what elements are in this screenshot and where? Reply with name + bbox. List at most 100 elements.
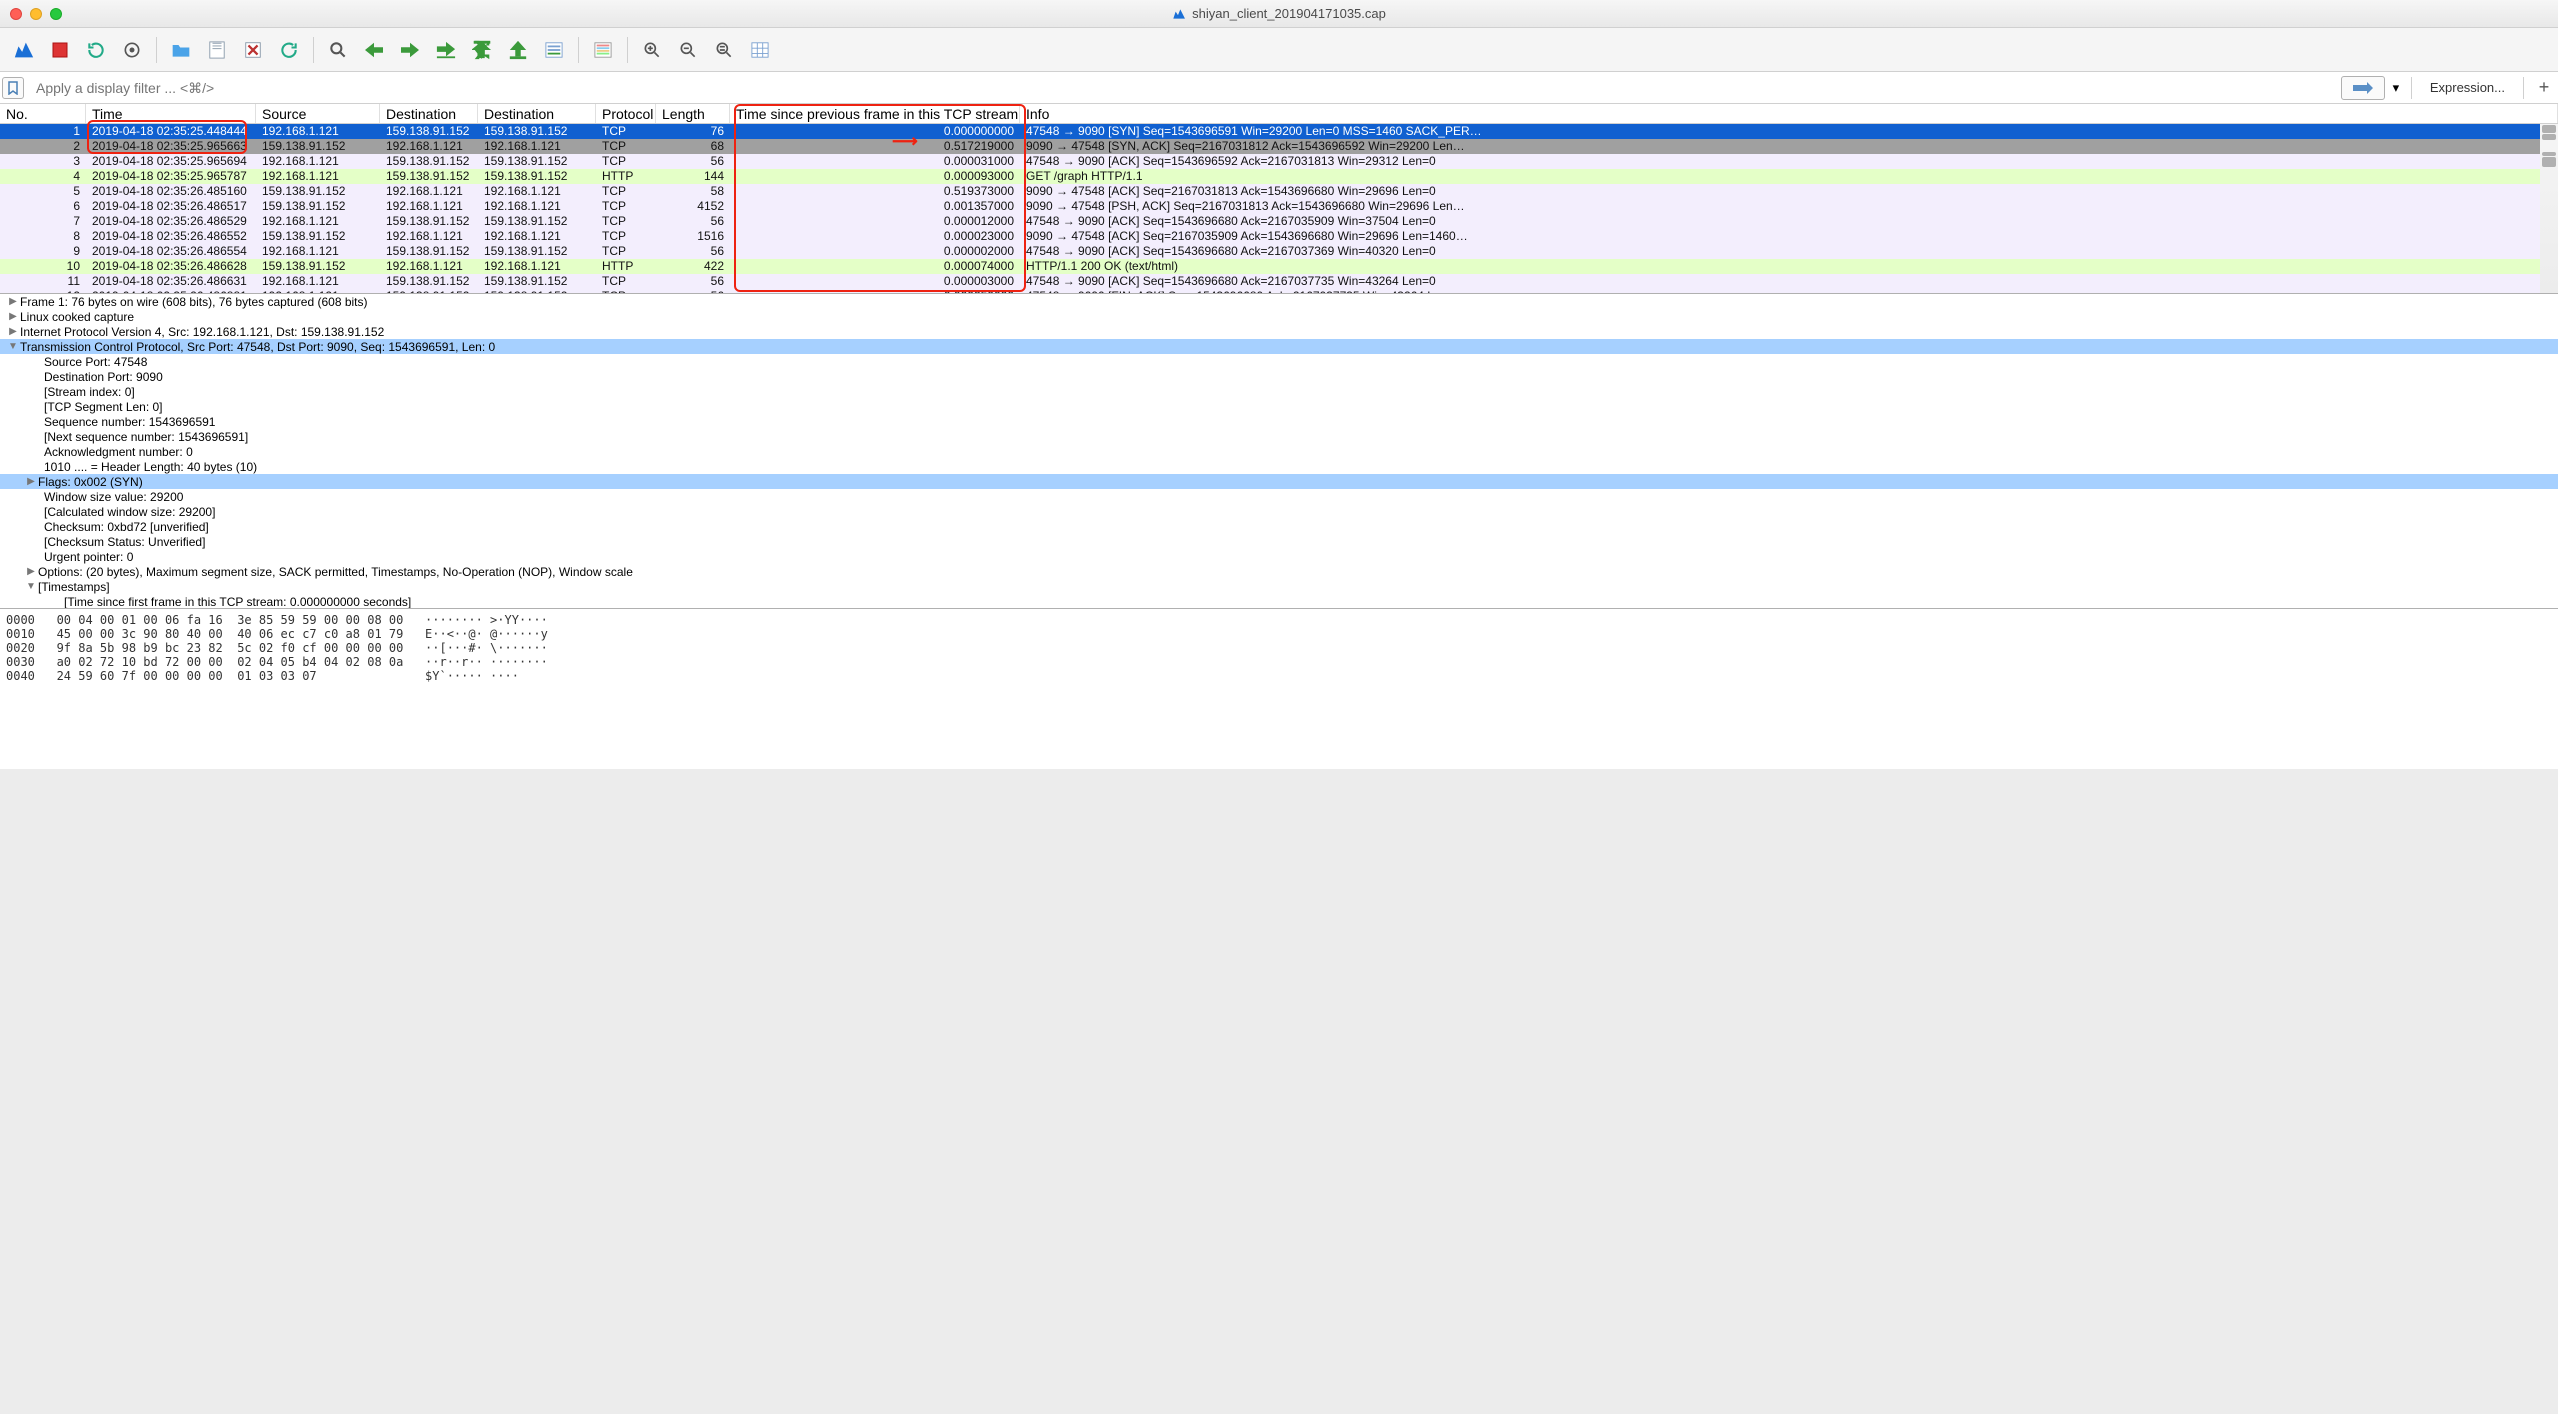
detail-line[interactable]: ▶Linux cooked capture (0, 309, 2558, 324)
detail-line[interactable]: [Stream index: 0] (0, 384, 2558, 399)
reload-file-button[interactable] (273, 34, 305, 66)
column-header-no[interactable]: No. (0, 104, 86, 123)
cell-prot: TCP (596, 244, 656, 259)
packet-row[interactable]: 42019-04-18 02:35:25.965787192.168.1.121… (0, 169, 2558, 184)
go-back-button[interactable] (358, 34, 390, 66)
filter-bookmark-button[interactable] (2, 77, 24, 99)
expand-triangle-icon[interactable]: ▶ (6, 311, 20, 322)
detail-line[interactable]: [TCP Segment Len: 0] (0, 399, 2558, 414)
packet-details-pane[interactable]: ▶Frame 1: 76 bytes on wire (608 bits), 7… (0, 294, 2558, 609)
add-filter-button[interactable]: + (2532, 77, 2556, 98)
wireshark-fin-icon[interactable] (8, 34, 40, 66)
column-header-src[interactable]: Source (256, 104, 380, 123)
zoom-window-button[interactable] (50, 8, 62, 20)
cell-dst2: 159.138.91.152 (478, 214, 596, 229)
packet-row[interactable]: 62019-04-18 02:35:26.486517159.138.91.15… (0, 199, 2558, 214)
cell-dst1: 192.168.1.121 (380, 139, 478, 154)
detail-line[interactable]: Checksum: 0xbd72 [unverified] (0, 519, 2558, 534)
go-first-button[interactable] (466, 34, 498, 66)
cell-no: 6 (0, 199, 86, 214)
close-file-button[interactable] (237, 34, 269, 66)
packet-row[interactable]: 82019-04-18 02:35:26.486552159.138.91.15… (0, 229, 2558, 244)
cell-dst2: 159.138.91.152 (478, 289, 596, 294)
zoom-out-button[interactable] (672, 34, 704, 66)
display-filter-input[interactable] (28, 76, 2337, 100)
detail-line[interactable]: Destination Port: 9090 (0, 369, 2558, 384)
detail-line[interactable]: Acknowledgment number: 0 (0, 444, 2558, 459)
detail-text: [Timestamps] (38, 580, 110, 594)
filter-dropdown-button[interactable]: ▾ (2389, 80, 2403, 96)
toolbar-separator (578, 37, 579, 63)
detail-line[interactable]: ▼Transmission Control Protocol, Src Port… (0, 339, 2558, 354)
expand-triangle-icon[interactable]: ▼ (6, 341, 20, 352)
save-file-button[interactable] (201, 34, 233, 66)
colorize-button[interactable] (587, 34, 619, 66)
packet-list-scrollbar[interactable] (2540, 124, 2558, 293)
column-header-len[interactable]: Length (656, 104, 730, 123)
column-header-prot[interactable]: Protocol (596, 104, 656, 123)
detail-line[interactable]: ▶Flags: 0x002 (SYN) (0, 474, 2558, 489)
detail-line[interactable]: [Time since first frame in this TCP stre… (0, 594, 2558, 609)
packet-row[interactable]: 52019-04-18 02:35:26.485160159.138.91.15… (0, 184, 2558, 199)
auto-scroll-button[interactable] (538, 34, 570, 66)
close-window-button[interactable] (10, 8, 22, 20)
expand-triangle-icon[interactable]: ▼ (24, 581, 38, 592)
packet-row[interactable]: 102019-04-18 02:35:26.486628159.138.91.1… (0, 259, 2558, 274)
resize-columns-button[interactable] (744, 34, 776, 66)
cell-dst2: 159.138.91.152 (478, 154, 596, 169)
cell-len: 1516 (656, 229, 730, 244)
cell-no: 7 (0, 214, 86, 229)
detail-line[interactable]: Source Port: 47548 (0, 354, 2558, 369)
cell-info: 9090 → 47548 [ACK] Seq=2167031813 Ack=15… (1020, 184, 2558, 199)
filter-apply-button[interactable] (2341, 76, 2385, 100)
detail-line[interactable]: Window size value: 29200 (0, 489, 2558, 504)
go-last-button[interactable] (502, 34, 534, 66)
detail-line[interactable]: ▶Frame 1: 76 bytes on wire (608 bits), 7… (0, 294, 2558, 309)
go-forward-button[interactable] (394, 34, 426, 66)
detail-line[interactable]: 1010 .... = Header Length: 40 bytes (10) (0, 459, 2558, 474)
cell-no: 1 (0, 124, 86, 139)
detail-line[interactable]: ▶Options: (20 bytes), Maximum segment si… (0, 564, 2558, 579)
detail-line[interactable]: [Calculated window size: 29200] (0, 504, 2558, 519)
minimize-window-button[interactable] (30, 8, 42, 20)
expand-triangle-icon[interactable]: ▶ (24, 566, 38, 577)
cell-time: 2019-04-18 02:35:26.486628 (86, 259, 256, 274)
cell-prot: TCP (596, 124, 656, 139)
packet-bytes-pane[interactable]: 0000 00 04 00 01 00 06 fa 16 3e 85 59 59… (0, 609, 2558, 769)
column-header-dst1[interactable]: Destination (380, 104, 478, 123)
detail-line[interactable]: ▶Internet Protocol Version 4, Src: 192.1… (0, 324, 2558, 339)
go-to-packet-button[interactable] (430, 34, 462, 66)
find-button[interactable] (322, 34, 354, 66)
packet-row[interactable]: 72019-04-18 02:35:26.486529192.168.1.121… (0, 214, 2558, 229)
restart-capture-button[interactable] (80, 34, 112, 66)
detail-line[interactable]: [Checksum Status: Unverified] (0, 534, 2558, 549)
detail-line[interactable]: ▼[Timestamps] (0, 579, 2558, 594)
packet-row[interactable]: 12019-04-18 02:35:25.448444192.168.1.121… (0, 124, 2558, 139)
open-file-button[interactable] (165, 34, 197, 66)
detail-line[interactable]: Urgent pointer: 0 (0, 549, 2558, 564)
packet-row[interactable]: 22019-04-18 02:35:25.965663159.138.91.15… (0, 139, 2558, 154)
zoom-in-button[interactable] (636, 34, 668, 66)
packet-row[interactable]: 92019-04-18 02:35:26.486554192.168.1.121… (0, 244, 2558, 259)
expand-triangle-icon[interactable]: ▶ (6, 296, 20, 307)
expand-triangle-icon[interactable]: ▶ (24, 476, 38, 487)
packet-row[interactable]: 112019-04-18 02:35:26.486631192.168.1.12… (0, 274, 2558, 289)
expression-button[interactable]: Expression... (2420, 76, 2515, 99)
zoom-reset-button[interactable] (708, 34, 740, 66)
cell-len: 76 (656, 124, 730, 139)
cell-len: 58 (656, 184, 730, 199)
detail-text: [Time since first frame in this TCP stre… (64, 595, 411, 609)
stop-capture-button[interactable] (44, 34, 76, 66)
detail-line[interactable]: Sequence number: 1543696591 (0, 414, 2558, 429)
expand-triangle-icon[interactable]: ▶ (6, 326, 20, 337)
packet-row[interactable]: 32019-04-18 02:35:25.965694192.168.1.121… (0, 154, 2558, 169)
packet-row[interactable]: 122019-04-18 02:35:26.486881192.168.1.12… (0, 289, 2558, 294)
packet-list-rows[interactable]: 12019-04-18 02:35:25.448444192.168.1.121… (0, 124, 2558, 294)
cell-dst2: 192.168.1.121 (478, 139, 596, 154)
detail-text: Linux cooked capture (20, 310, 134, 324)
detail-line[interactable]: [Next sequence number: 1543696591] (0, 429, 2558, 444)
column-header-info[interactable]: Info (1020, 104, 2558, 123)
column-header-dst2[interactable]: Destination (478, 104, 596, 123)
capture-options-button[interactable] (116, 34, 148, 66)
cell-dst1: 159.138.91.152 (380, 154, 478, 169)
